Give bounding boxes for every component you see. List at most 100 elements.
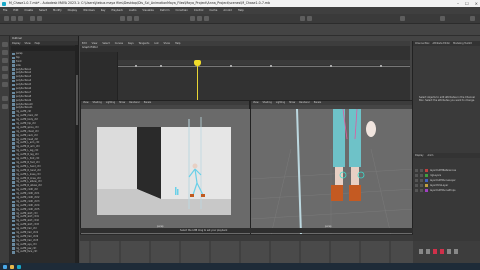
keyframe[interactable]: [270, 65, 272, 67]
visibility-toggle[interactable]: [415, 184, 418, 187]
menu-cache[interactable]: Cache: [209, 9, 217, 12]
viewport-left-canvas[interactable]: [81, 109, 251, 235]
playback-toggle[interactable]: [420, 184, 423, 187]
graph-menu-list[interactable]: List: [154, 42, 158, 45]
step-back-icon[interactable]: [426, 249, 430, 254]
workspace-icon[interactable]: [400, 16, 405, 21]
current-time-marker[interactable]: [194, 60, 201, 66]
snap-grid-icon[interactable]: [190, 16, 195, 21]
menu-create[interactable]: Create: [24, 9, 33, 12]
viewport-right[interactable]: View Shading Lighting Show Renderer Panels: [250, 100, 414, 235]
outliner-search-input[interactable]: [11, 46, 77, 51]
menu-deform[interactable]: Deform: [160, 9, 170, 12]
menu-modify[interactable]: Modify: [53, 9, 62, 12]
menu-audio[interactable]: Audio: [129, 9, 136, 12]
close-icon[interactable]: ×: [475, 0, 478, 7]
menu-display[interactable]: Display: [68, 9, 78, 12]
menu-constrain[interactable]: Constrain: [175, 9, 187, 12]
ipr-render-icon[interactable]: [307, 16, 312, 21]
menu-help[interactable]: Help: [238, 9, 244, 12]
move-tool-icon[interactable]: [2, 66, 8, 71]
layout-four-icon[interactable]: [2, 104, 8, 109]
command-line[interactable]: Select the LMB drag to set your playback: [80, 228, 413, 233]
settings-icon[interactable]: [470, 16, 475, 21]
menu-windows[interactable]: Windows: [83, 9, 95, 12]
undo-icon[interactable]: [30, 16, 35, 21]
outliner-menu-display[interactable]: Display: [12, 42, 20, 45]
select-hierarchy-icon[interactable]: [120, 16, 125, 21]
viewport-left-menu-lighting[interactable]: Lighting: [106, 101, 115, 105]
menu-control[interactable]: Control: [194, 9, 203, 12]
lasso-tool-icon[interactable]: [2, 50, 8, 55]
keyframe[interactable]: [160, 65, 162, 67]
graph-menu-curves[interactable]: Curves: [115, 42, 123, 45]
paint-select-icon[interactable]: [2, 58, 8, 63]
maximize-icon[interactable]: ☐: [465, 0, 469, 7]
time-ruler[interactable]: [80, 234, 413, 241]
play-forwards-icon[interactable]: [440, 249, 444, 254]
playback-toggle[interactable]: [420, 179, 423, 182]
select-tool-icon[interactable]: [2, 42, 8, 47]
graph-menu-view[interactable]: View: [92, 42, 98, 45]
layout-single-icon[interactable]: [2, 96, 8, 101]
viewport-left-menu-shading[interactable]: Shading: [92, 101, 101, 105]
graph-menu-select[interactable]: Select: [102, 42, 109, 45]
layer-color-swatch[interactable]: [425, 184, 428, 187]
select-object-icon[interactable]: [127, 16, 132, 21]
render-icon[interactable]: [300, 16, 305, 21]
outliner-item[interactable]: rig_outfit_face_ctrl: [12, 250, 78, 254]
file-explorer-icon[interactable]: [10, 264, 14, 269]
select-component-icon[interactable]: [134, 16, 139, 21]
viewport-left-menu-show[interactable]: Show: [119, 101, 125, 105]
layer-color-swatch[interactable]: [425, 174, 428, 177]
layer-color-swatch[interactable]: [425, 169, 428, 172]
viewport-right-canvas[interactable]: [251, 109, 414, 235]
new-scene-icon[interactable]: [4, 16, 9, 21]
user-icon[interactable]: [440, 16, 445, 21]
playback-toggle[interactable]: [420, 174, 423, 177]
viewport-left[interactable]: View Shading Lighting Show Renderer Panels pe…: [80, 100, 251, 235]
viewport-right-menu-shading[interactable]: Shading: [262, 101, 271, 105]
viewport-right-menu-renderer[interactable]: Renderer: [299, 101, 309, 105]
open-scene-icon[interactable]: [11, 16, 16, 21]
layer-row[interactable]: layerOutfitAnnaProps: [413, 188, 480, 193]
go-to-start-icon[interactable]: [419, 249, 423, 254]
range-slider[interactable]: [80, 241, 413, 263]
viewport-left-menu-panels[interactable]: Panels: [144, 101, 151, 105]
graph-menu-help[interactable]: Help: [175, 42, 180, 45]
outliner-menu-help[interactable]: Help: [35, 42, 40, 45]
menu-file[interactable]: File: [3, 9, 7, 12]
menu-playback[interactable]: Playback: [111, 9, 123, 12]
snap-curve-icon[interactable]: [197, 16, 202, 21]
graph-editor-outliner[interactable]: [80, 52, 118, 100]
layer-tab[interactable]: Anim: [427, 154, 433, 157]
redo-icon[interactable]: [37, 16, 42, 21]
visibility-toggle[interactable]: [415, 179, 418, 182]
playback-toggle[interactable]: [420, 169, 423, 172]
visibility-toggle[interactable]: [415, 169, 418, 172]
step-forward-icon[interactable]: [447, 249, 451, 254]
layer-color-swatch[interactable]: [425, 179, 428, 182]
right-panel-tab[interactable]: Modeling Toolkit: [453, 42, 472, 45]
save-scene-icon[interactable]: [18, 16, 23, 21]
viewport-right-menu-panels[interactable]: Panels: [314, 101, 321, 105]
menu-select[interactable]: Select: [39, 9, 47, 12]
menu-edit[interactable]: Edit: [13, 9, 18, 12]
rotate-tool-icon[interactable]: [2, 74, 8, 79]
layer-tab[interactable]: Display: [415, 154, 423, 157]
outliner-menu-show[interactable]: Show: [24, 42, 30, 45]
outliner-scrollbar[interactable]: [75, 45, 78, 265]
right-panel-tab[interactable]: Attribute Editor: [432, 42, 450, 45]
minimize-icon[interactable]: –: [457, 0, 459, 7]
viewport-left-menu-view[interactable]: View: [83, 101, 88, 105]
graph-menu-tangents[interactable]: Tangents: [139, 42, 150, 45]
visibility-toggle[interactable]: [415, 189, 418, 192]
keyframe[interactable]: [330, 65, 332, 67]
graph-editor[interactable]: [80, 46, 410, 100]
graph-menu-show[interactable]: Show: [164, 42, 170, 45]
maya-taskbar-icon[interactable]: [17, 264, 21, 269]
viewport-right-menu-show[interactable]: Show: [289, 101, 295, 105]
viewport-right-menu-lighting[interactable]: Lighting: [276, 101, 285, 105]
keyframe[interactable]: [380, 65, 382, 67]
menu-key[interactable]: Key: [101, 9, 106, 12]
